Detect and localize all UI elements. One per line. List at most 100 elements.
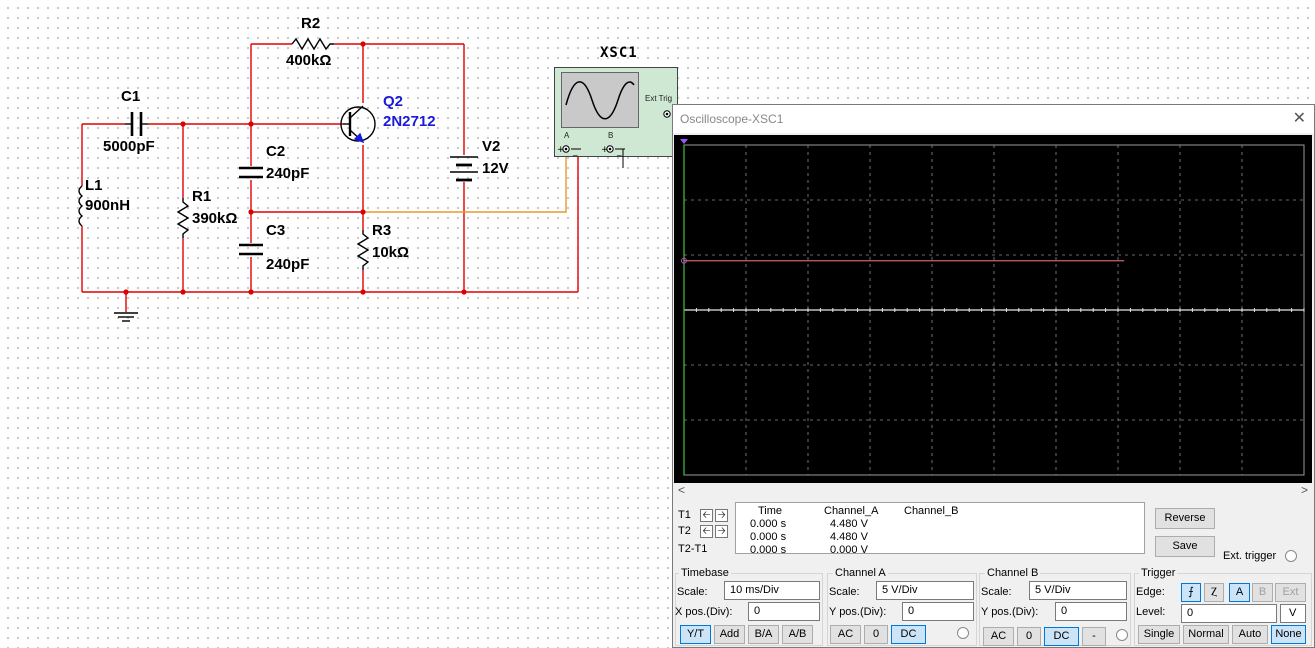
capacitor-c2-symbol[interactable] bbox=[239, 166, 263, 179]
edge-label: Edge: bbox=[1136, 586, 1165, 598]
channel-a-title: Channel A bbox=[833, 567, 888, 579]
t2-right-arrow-icon[interactable]: 🡢 bbox=[715, 525, 728, 538]
v2-name: V2 bbox=[482, 138, 501, 155]
channel-b-radio[interactable] bbox=[1116, 629, 1128, 641]
row3-time: 0.000 s bbox=[750, 544, 787, 556]
window-titlebar[interactable]: Oscilloscope-XSC1 ✕ bbox=[673, 105, 1314, 133]
channel-a-ac-button[interactable]: AC bbox=[830, 625, 861, 644]
reverse-button[interactable]: Reverse bbox=[1155, 508, 1215, 529]
channel-b-dc-button[interactable]: DC bbox=[1044, 627, 1079, 646]
xsc1-name: XSC1 bbox=[600, 45, 638, 61]
r1-name: R1 bbox=[192, 188, 212, 205]
inductor-l1-symbol[interactable] bbox=[78, 185, 84, 227]
x-pos-label: X pos.(Div): bbox=[675, 606, 733, 618]
capacitor-c1-symbol[interactable] bbox=[125, 112, 148, 136]
b-over-a-button[interactable]: B/A bbox=[748, 625, 779, 644]
a-over-b-button[interactable]: A/B bbox=[782, 625, 813, 644]
add-button[interactable]: Add bbox=[714, 625, 745, 644]
channel-b-ypos-field[interactable]: 0 bbox=[1055, 602, 1127, 621]
channel-a-zero-button[interactable]: 0 bbox=[864, 625, 888, 644]
yt-button[interactable]: Y/T bbox=[680, 625, 711, 644]
scope-display[interactable] bbox=[674, 135, 1312, 483]
t2-label: T2 bbox=[678, 525, 691, 537]
channel-b-scale-label: Scale: bbox=[981, 586, 1012, 598]
rising-edge-icon[interactable]: ⨍ bbox=[1181, 583, 1201, 602]
single-button[interactable]: Single bbox=[1138, 625, 1180, 644]
battery-v2-symbol[interactable] bbox=[450, 156, 478, 182]
oscilloscope-instrument[interactable]: Ext Trig A B + + _ _ bbox=[554, 67, 678, 168]
timebase-title: Timebase bbox=[679, 567, 731, 579]
t1-left-arrow-icon[interactable]: 🡠 bbox=[700, 509, 713, 522]
scroll-left-icon[interactable]: < bbox=[678, 483, 685, 497]
timebase-scale-label: Scale: bbox=[677, 586, 708, 598]
level-label: Level: bbox=[1136, 606, 1166, 618]
save-button[interactable]: Save bbox=[1155, 536, 1215, 557]
channel-b-zero-button[interactable]: 0 bbox=[1017, 627, 1041, 646]
row1-time: 0.000 s bbox=[750, 518, 787, 530]
c1-value: 5000pF bbox=[103, 138, 155, 155]
circuit-wires bbox=[81, 43, 579, 312]
row2-time: 0.000 s bbox=[750, 531, 787, 543]
row3-a: 0.000 V bbox=[830, 544, 868, 556]
resistor-r3-symbol[interactable] bbox=[356, 230, 370, 270]
resistor-r1-symbol[interactable] bbox=[176, 198, 190, 238]
r1-value: 390kΩ bbox=[192, 210, 238, 227]
t1-label: T1 bbox=[678, 509, 691, 521]
auto-button[interactable]: Auto bbox=[1232, 625, 1268, 644]
trigger-source-ext-button[interactable]: Ext bbox=[1275, 583, 1306, 602]
r2-name: R2 bbox=[301, 15, 321, 32]
t1-right-arrow-icon[interactable]: 🡢 bbox=[715, 509, 728, 522]
header-time: Time bbox=[758, 505, 783, 517]
channel-b-scale-field[interactable]: 5 V/Div bbox=[1029, 581, 1127, 600]
r3-name: R3 bbox=[372, 222, 392, 239]
normal-button[interactable]: Normal bbox=[1183, 625, 1229, 644]
transistor-q2-symbol[interactable] bbox=[340, 105, 376, 144]
cursor-readout-table: Time Channel_A Channel_B 0.000 s 4.480 V… bbox=[735, 502, 1145, 556]
channel-a-ypos-label: Y pos.(Div): bbox=[829, 606, 887, 618]
channel-b-minus-button[interactable]: - bbox=[1082, 627, 1106, 646]
x-pos-field[interactable]: 0 bbox=[748, 602, 820, 621]
row1-a: 4.480 V bbox=[830, 518, 868, 530]
channel-a-dc-button[interactable]: DC bbox=[891, 625, 926, 644]
channel-b-ypos-label: Y pos.(Div): bbox=[981, 606, 1039, 618]
ground-symbol bbox=[114, 312, 138, 322]
falling-edge-icon[interactable]: Ⲍ bbox=[1204, 583, 1224, 602]
trigger-source-b-button[interactable]: B bbox=[1252, 583, 1273, 602]
resistor-r2-symbol[interactable] bbox=[291, 37, 334, 51]
scope-terminals[interactable]: + + _ _ bbox=[555, 68, 679, 178]
channel-b-ac-button[interactable]: AC bbox=[983, 627, 1014, 646]
channel-b-title: Channel B bbox=[985, 567, 1041, 579]
c1-name: C1 bbox=[121, 88, 141, 105]
level-field[interactable]: 0 bbox=[1181, 604, 1277, 623]
timebase-scale-field[interactable]: 10 ms/Div bbox=[724, 581, 820, 600]
capacitor-c3-symbol[interactable] bbox=[239, 243, 263, 256]
channel-a-scale-field[interactable]: 5 V/Div bbox=[876, 581, 974, 600]
channel-a-ypos-field[interactable]: 0 bbox=[902, 602, 974, 621]
trigger-source-a-button[interactable]: A bbox=[1229, 583, 1250, 602]
cursor-t1-marker bbox=[680, 139, 688, 144]
q2-value: 2N2712 bbox=[383, 113, 436, 130]
scope-grid bbox=[680, 139, 1305, 476]
ext-trigger-label: Ext. trigger bbox=[1223, 550, 1277, 562]
horizontal-scrollbar[interactable]: < > bbox=[674, 483, 1312, 499]
c3-value: 240pF bbox=[266, 256, 310, 273]
header-channel-b: Channel_B bbox=[904, 505, 959, 517]
q2-name: Q2 bbox=[383, 93, 404, 110]
oscilloscope-window[interactable]: Oscilloscope-XSC1 ✕ < > T1 T2 T2-T1 🡠 🡢 … bbox=[672, 104, 1315, 648]
v2-value: 12V bbox=[482, 160, 509, 177]
none-button[interactable]: None bbox=[1271, 625, 1306, 644]
level-unit-field[interactable]: V bbox=[1280, 604, 1306, 623]
ext-trigger-radio[interactable] bbox=[1285, 550, 1297, 562]
close-icon[interactable]: ✕ bbox=[1293, 108, 1306, 128]
l1-value: 900nH bbox=[85, 197, 131, 214]
r3-value: 10kΩ bbox=[372, 244, 410, 261]
channel-a-scale-label: Scale: bbox=[829, 586, 860, 598]
svg-text:+: + bbox=[557, 145, 565, 155]
header-channel-a: Channel_A bbox=[824, 505, 879, 517]
scroll-right-icon[interactable]: > bbox=[1301, 483, 1308, 497]
t2-left-arrow-icon[interactable]: 🡠 bbox=[700, 525, 713, 538]
trigger-title: Trigger bbox=[1139, 567, 1178, 579]
channel-a-radio[interactable] bbox=[957, 627, 969, 639]
c2-name: C2 bbox=[266, 143, 286, 160]
row2-a: 4.480 V bbox=[830, 531, 868, 543]
